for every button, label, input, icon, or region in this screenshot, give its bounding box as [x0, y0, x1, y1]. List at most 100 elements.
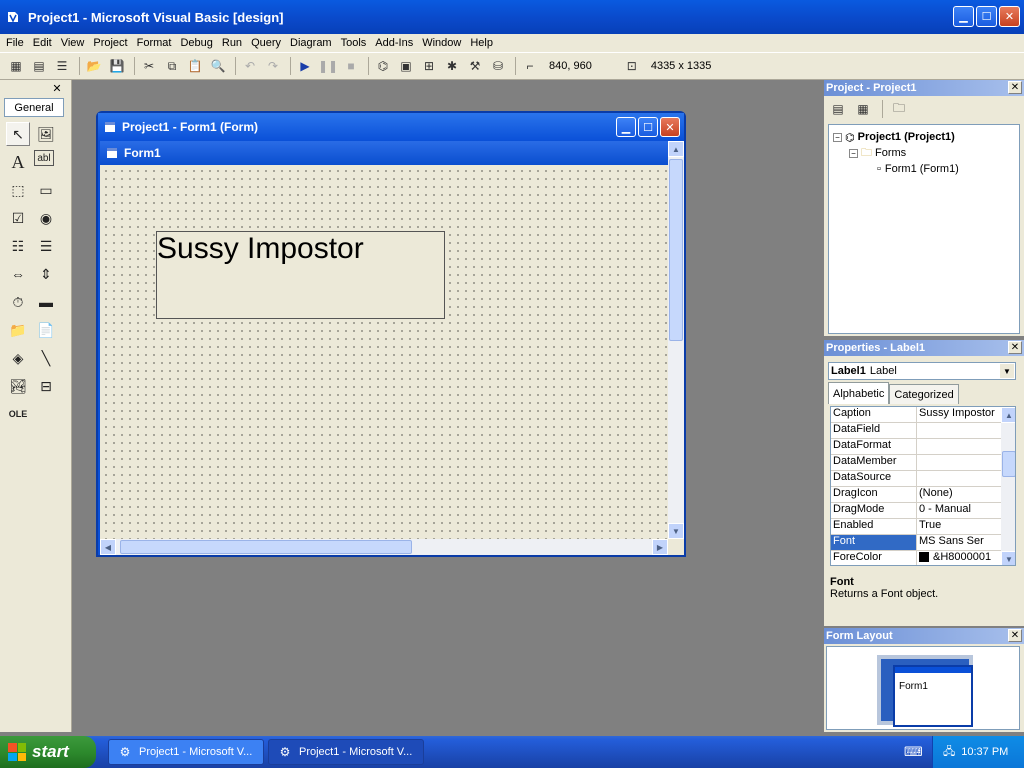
tree-item-form1[interactable]: ▫ Form1 (Form1): [833, 161, 1015, 177]
menu-debug[interactable]: Debug: [180, 37, 212, 49]
find-icon[interactable]: 🔍: [208, 56, 228, 76]
properties-scroll-thumb[interactable]: [1002, 451, 1015, 477]
drivelistbox-tool-icon[interactable]: ▬: [34, 290, 58, 314]
form-horizontal-scrollbar[interactable]: ◀ ▶: [100, 539, 668, 555]
open-folder-icon[interactable]: 📂: [84, 56, 104, 76]
form-designer-title-bar[interactable]: Project1 - Form1 (Form) ▁ ☐ ✕: [98, 113, 684, 141]
tree-item-forms[interactable]: − 🗀 Forms: [833, 145, 1015, 161]
stop-icon[interactable]: ■: [341, 56, 361, 76]
tab-alphabetic[interactable]: Alphabetic: [828, 382, 890, 404]
resize-grip[interactable]: [668, 539, 684, 555]
property-row[interactable]: Enabled True: [831, 519, 1015, 535]
scroll-down-icon[interactable]: ▼: [668, 523, 684, 539]
close-button[interactable]: ✕: [999, 6, 1020, 27]
checkbox-tool-icon[interactable]: ☑: [6, 206, 30, 230]
scroll-right-icon[interactable]: ▶: [652, 539, 668, 555]
shape-tool-icon[interactable]: ◈: [6, 346, 30, 370]
data-tool-icon[interactable]: ⊟: [34, 374, 58, 398]
chevron-down-icon[interactable]: ▼: [1000, 364, 1014, 378]
menu-help[interactable]: Help: [470, 37, 493, 49]
toolbox-close-button[interactable]: ✕: [51, 82, 63, 95]
pause-icon[interactable]: ❚❚: [318, 56, 338, 76]
form1-surface[interactable]: Form1 Sussy Impostor: [100, 141, 668, 539]
view-object-icon[interactable]: ▦: [853, 99, 873, 119]
paste-icon[interactable]: 📋: [185, 56, 205, 76]
property-row[interactable]: DataMember: [831, 455, 1015, 471]
pointer-icon[interactable]: ↖: [6, 122, 30, 146]
maximize-button[interactable]: ☐: [976, 6, 997, 27]
toolbox-general-tab[interactable]: General: [4, 98, 64, 117]
menu-file[interactable]: File: [6, 37, 24, 49]
design-grid[interactable]: Sussy Impostor: [100, 165, 668, 539]
form-layout-icon[interactable]: ⊞: [419, 56, 439, 76]
collapse-icon[interactable]: −: [833, 132, 842, 142]
vscrollbar-tool-icon[interactable]: ⇕: [34, 262, 58, 286]
properties-close-button[interactable]: ✕: [1008, 341, 1022, 354]
scroll-down-icon[interactable]: ▼: [1001, 551, 1015, 565]
properties-scrollbar[interactable]: ▲ ▼: [1001, 407, 1015, 565]
undo-icon[interactable]: ↶: [240, 56, 260, 76]
menu-edit[interactable]: Edit: [33, 37, 52, 49]
ole-tool-icon[interactable]: OLE: [6, 402, 30, 426]
properties-header[interactable]: Properties - Label1 ✕: [824, 340, 1024, 356]
redo-icon[interactable]: ↷: [263, 56, 283, 76]
add-form-icon[interactable]: ▤: [29, 56, 49, 76]
timer-tool-icon[interactable]: ⏱: [6, 290, 30, 314]
object-selector[interactable]: Label1 Label ▼: [828, 362, 1016, 380]
start-button[interactable]: start: [0, 736, 96, 768]
toggle-folders-icon[interactable]: 🗀: [889, 99, 909, 119]
save-icon[interactable]: 💾: [107, 56, 127, 76]
main-title-bar[interactable]: Project1 - Microsoft Visual Basic [desig…: [0, 0, 1024, 34]
menu-window[interactable]: Window: [422, 37, 461, 49]
add-project-icon[interactable]: ▦: [6, 56, 26, 76]
form-layout-header[interactable]: Form Layout ✕: [824, 628, 1024, 644]
image-tool-icon[interactable]: 🏞: [6, 374, 30, 398]
form-maximize-button[interactable]: ☐: [638, 117, 658, 137]
keyboard-icon[interactable]: ⌨: [904, 744, 923, 760]
picturebox-icon[interactable]: 🖼: [34, 122, 58, 146]
dirlistbox-tool-icon[interactable]: 📁: [6, 318, 30, 342]
frame-tool-icon[interactable]: ⬚: [6, 178, 30, 202]
toolbox-icon[interactable]: ⚒: [465, 56, 485, 76]
clock[interactable]: 10:37 PM: [961, 746, 1008, 758]
horizontal-scroll-thumb[interactable]: [120, 540, 412, 554]
scroll-up-icon[interactable]: ▲: [1001, 407, 1015, 423]
property-row-selected[interactable]: FontMS Sans Ser...: [831, 535, 1015, 551]
tab-categorized[interactable]: Categorized: [889, 384, 959, 404]
label1-control[interactable]: Sussy Impostor: [156, 231, 445, 319]
property-row[interactable]: ForeColor &H8000001: [831, 551, 1015, 565]
property-row[interactable]: DragMode 0 - Manual: [831, 503, 1015, 519]
form-minimize-button[interactable]: ▁: [616, 117, 636, 137]
properties-window-icon[interactable]: ▣: [396, 56, 416, 76]
label-tool-icon[interactable]: A: [6, 150, 30, 174]
menu-editor-icon[interactable]: ☰: [52, 56, 72, 76]
property-row[interactable]: Caption Sussy Impostor: [831, 407, 1015, 423]
view-code-icon[interactable]: ▤: [828, 99, 848, 119]
scroll-left-icon[interactable]: ◀: [100, 539, 116, 555]
commandbutton-tool-icon[interactable]: ▭: [34, 178, 58, 202]
menu-view[interactable]: View: [61, 37, 85, 49]
menu-query[interactable]: Query: [251, 37, 281, 49]
hscrollbar-tool-icon[interactable]: ⇔: [6, 262, 30, 286]
object-browser-icon[interactable]: ✱: [442, 56, 462, 76]
menu-add-ins[interactable]: Add-Ins: [375, 37, 413, 49]
menu-project[interactable]: Project: [93, 37, 127, 49]
collapse-icon[interactable]: −: [849, 148, 858, 158]
optionbutton-tool-icon[interactable]: ◉: [34, 206, 58, 230]
vertical-scroll-thumb[interactable]: [669, 159, 683, 341]
menu-run[interactable]: Run: [222, 37, 242, 49]
taskbar-button-active[interactable]: ⚙ Project1 - Microsoft V...: [268, 739, 424, 765]
listbox-tool-icon[interactable]: ☰: [34, 234, 58, 258]
line-tool-icon[interactable]: ╲: [34, 346, 58, 370]
copy-icon[interactable]: ⧉: [162, 56, 182, 76]
minimize-button[interactable]: ▁: [953, 6, 974, 27]
project-explorer-header[interactable]: Project - Project1 ✕: [824, 80, 1024, 96]
run-icon[interactable]: ▶: [295, 56, 315, 76]
network-icon[interactable]: 🖧: [943, 743, 955, 762]
filelistbox-tool-icon[interactable]: 📄: [34, 318, 58, 342]
cut-icon[interactable]: ✂: [139, 56, 159, 76]
form-vertical-scrollbar[interactable]: ▲ ▼: [668, 141, 684, 539]
menu-diagram[interactable]: Diagram: [290, 37, 332, 49]
property-row[interactable]: DataSource: [831, 471, 1015, 487]
project-explorer-close-button[interactable]: ✕: [1008, 81, 1022, 94]
